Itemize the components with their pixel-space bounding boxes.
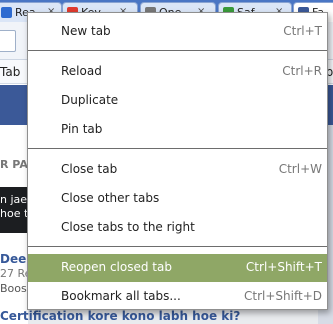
menu-item-reopen-closed-tab[interactable]: Reopen closed tab Ctrl+Shift+T xyxy=(28,254,327,282)
menu-item-duplicate[interactable]: Duplicate xyxy=(28,87,327,115)
menu-item-shortcut: Ctrl+W xyxy=(278,162,322,176)
menu-item-label: Duplicate xyxy=(61,93,119,107)
menu-item-reload[interactable]: Reload Ctrl+R xyxy=(28,58,327,86)
menu-item-pin-tab[interactable]: Pin tab xyxy=(28,116,327,144)
menu-item-label: New tab xyxy=(61,24,111,38)
menu-item-label: Pin tab xyxy=(61,122,103,136)
menu-item-label: Reload xyxy=(61,64,102,78)
post-title[interactable]: Certification kore kono labh hoe ki? xyxy=(0,309,240,323)
menu-item-new-tab[interactable]: New tab Ctrl+T xyxy=(28,18,327,46)
menu-item-label: Bookmark all tabs... xyxy=(61,289,181,303)
menu-separator xyxy=(28,50,327,51)
menu-item-label: Close tab xyxy=(61,162,118,176)
menu-item-bookmark-all-tabs[interactable]: Bookmark all tabs... Ctrl+Shift+D xyxy=(28,283,327,311)
address-bar[interactable] xyxy=(0,30,16,52)
menu-item-shortcut: Ctrl+R xyxy=(282,64,322,78)
tab-context-menu: New tab Ctrl+T Reload Ctrl+R Duplicate P… xyxy=(27,12,328,310)
menu-separator xyxy=(28,246,327,247)
tab-favicon-icon xyxy=(1,7,12,18)
menu-item-label: Close other tabs xyxy=(61,191,160,205)
menu-item-shortcut: Ctrl+T xyxy=(283,24,322,38)
menu-item-shortcut: Ctrl+Shift+T xyxy=(245,260,322,274)
menu-item-shortcut: Ctrl+Shift+D xyxy=(244,289,322,303)
menu-item-close-tabs-right[interactable]: Close tabs to the right xyxy=(28,214,327,242)
menu-item-label: Close tabs to the right xyxy=(61,220,195,234)
menu-item-close-tab[interactable]: Close tab Ctrl+W xyxy=(28,156,327,184)
menu-item-label: Reopen closed tab xyxy=(61,260,172,274)
menu-item-close-other-tabs[interactable]: Close other tabs xyxy=(28,185,327,213)
post-meta: Boos xyxy=(0,282,27,295)
bookmark-item[interactable]: Tab xyxy=(0,65,20,79)
menu-separator xyxy=(28,148,327,149)
